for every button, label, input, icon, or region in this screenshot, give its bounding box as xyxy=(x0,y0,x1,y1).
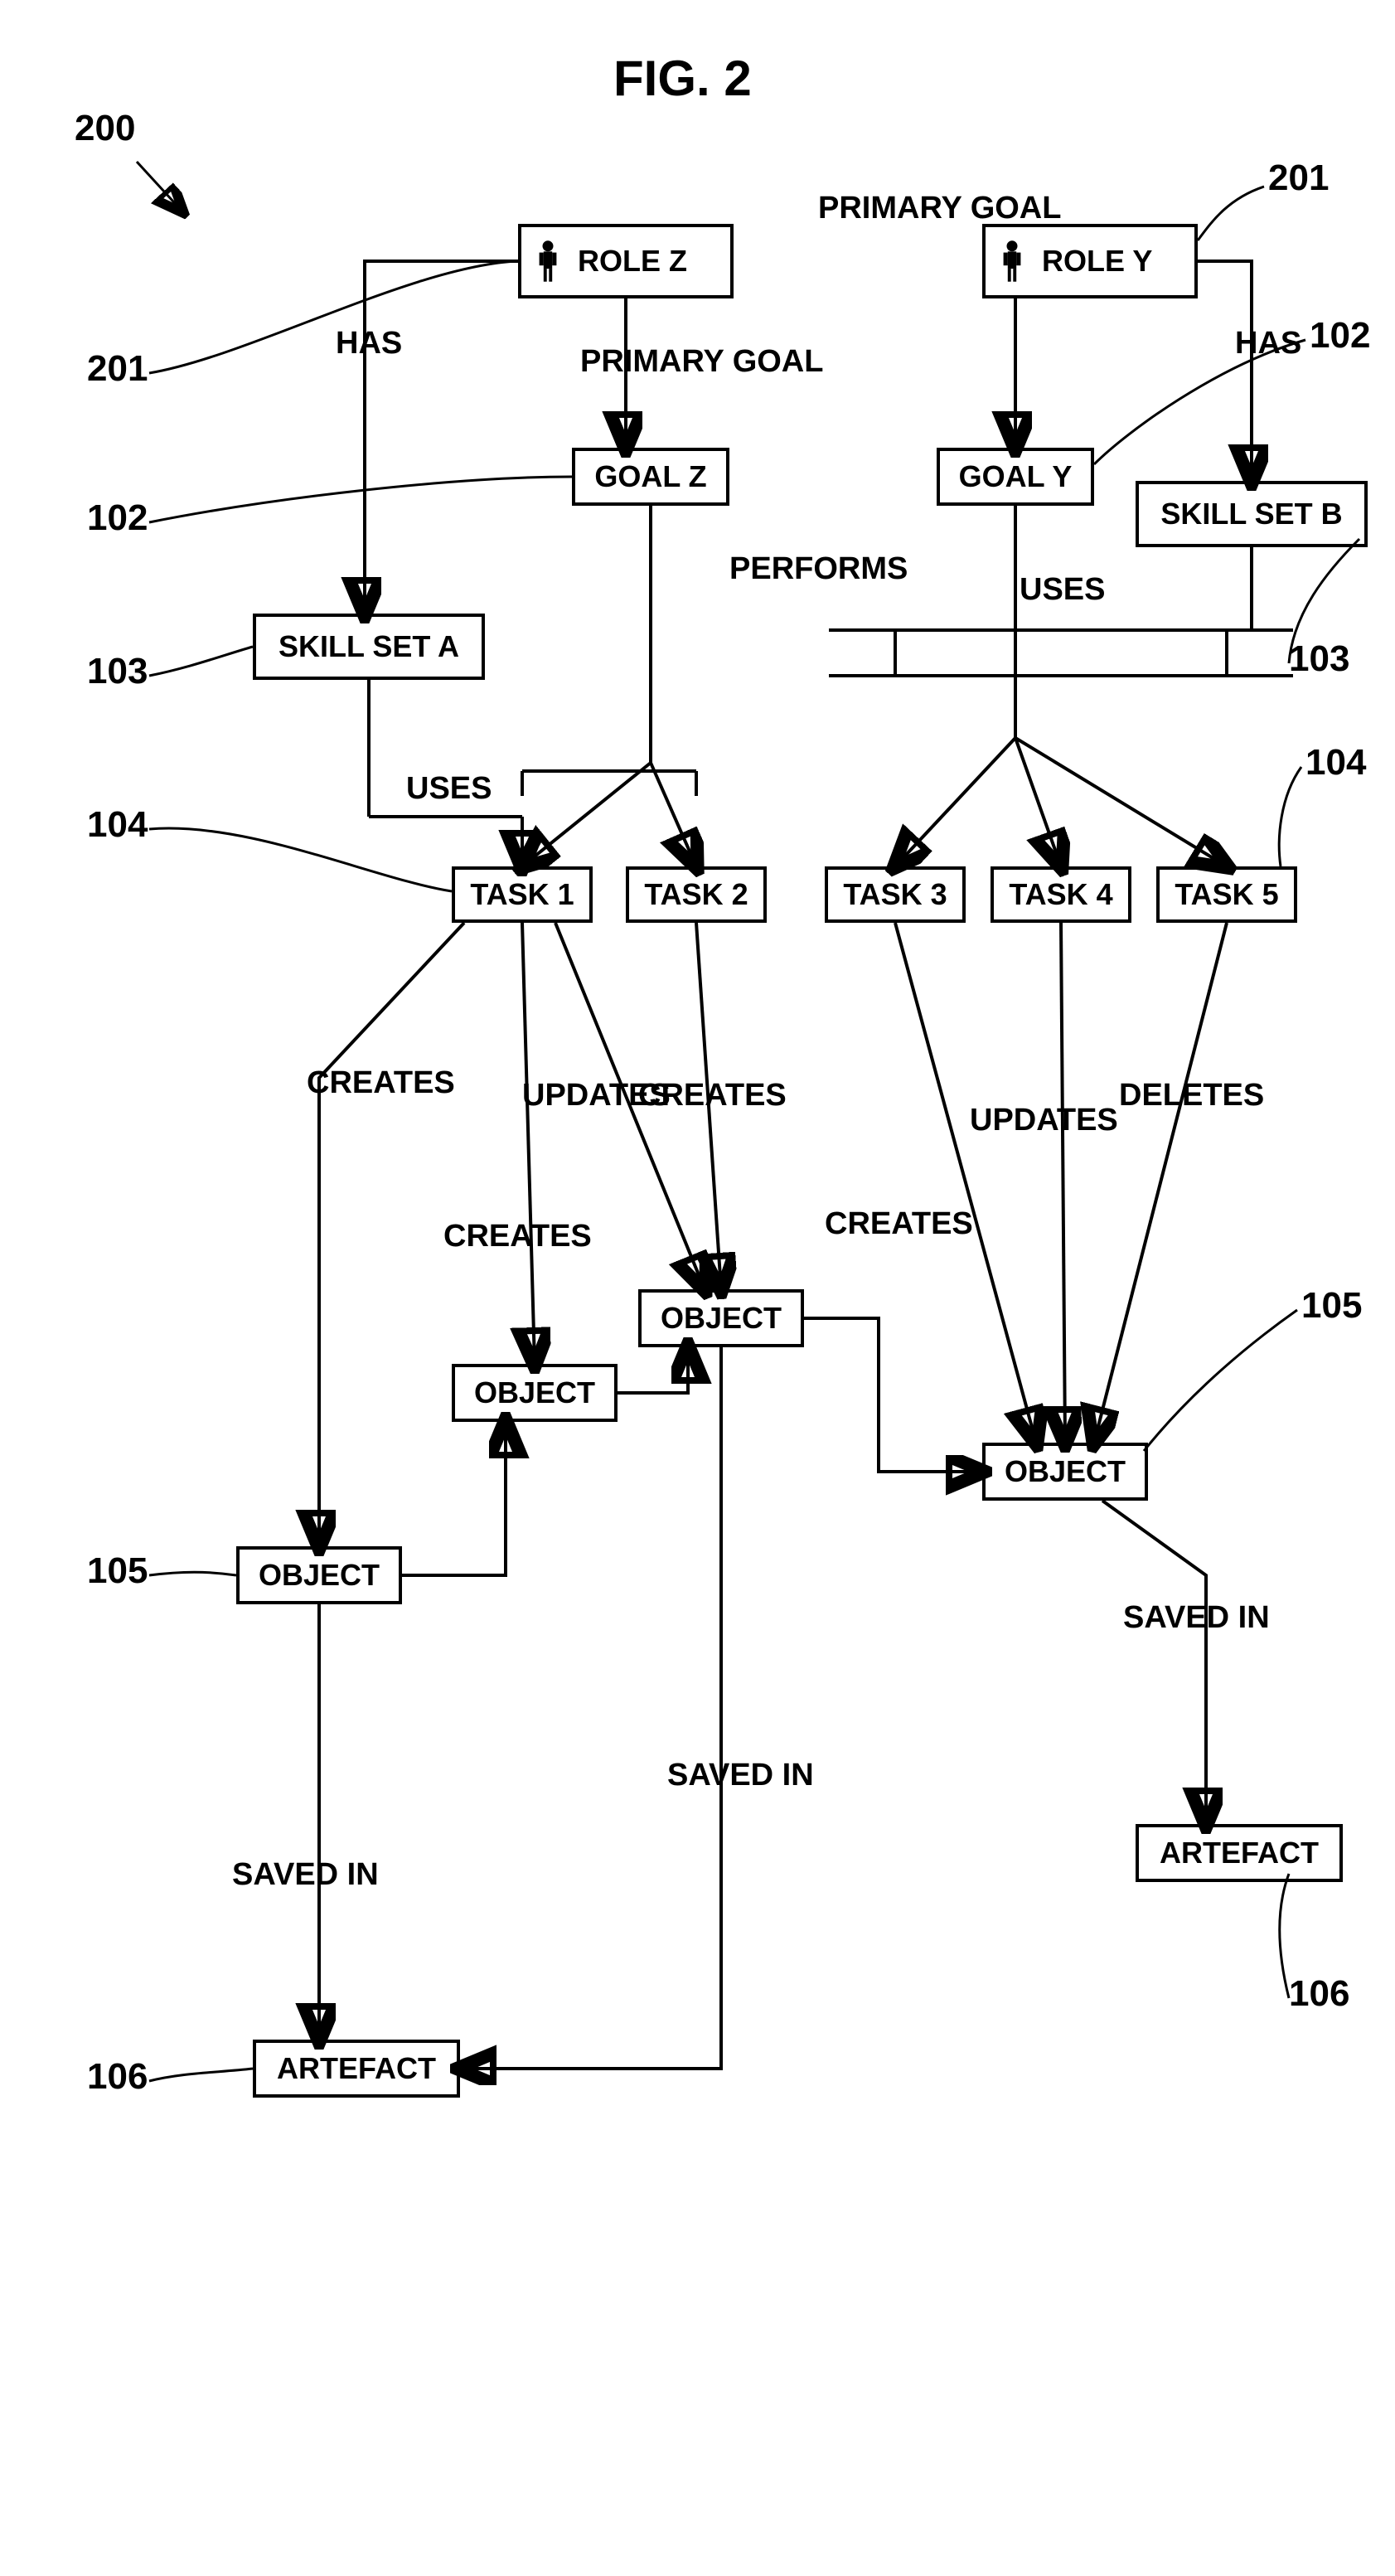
skillset-a-box: SKILL SET A xyxy=(253,614,485,680)
object-3-box: OBJECT xyxy=(638,1289,804,1347)
ref-105-right: 105 xyxy=(1301,1285,1362,1327)
edge-saved-in-3: SAVED IN xyxy=(1123,1600,1270,1636)
ref-201-left: 201 xyxy=(87,348,148,390)
ref-201-right: 201 xyxy=(1268,158,1329,199)
edge-saved-in-2: SAVED IN xyxy=(667,1758,814,1793)
edge-creates-2: CREATES xyxy=(443,1219,592,1254)
ref-103-left: 103 xyxy=(87,651,148,692)
edge-uses-b: USES xyxy=(1020,572,1105,608)
edge-has-z: HAS xyxy=(336,326,402,361)
task-3-box: TASK 3 xyxy=(825,866,966,923)
ref-104-right: 104 xyxy=(1305,742,1366,783)
edge-creates-4: CREATES xyxy=(825,1206,973,1242)
task-1-box: TASK 1 xyxy=(452,866,593,923)
role-z-label: ROLE Z xyxy=(578,244,687,279)
goal-z-box: GOAL Z xyxy=(572,448,729,506)
ref-200: 200 xyxy=(75,108,135,149)
edge-primary-goal-z: PRIMARY GOAL xyxy=(580,344,823,380)
object-1-box: OBJECT xyxy=(236,1546,402,1604)
figure-title: FIG. 2 xyxy=(613,50,752,107)
skillset-b-box: SKILL SET B xyxy=(1136,481,1368,547)
goal-y-box: GOAL Y xyxy=(937,448,1094,506)
task-2-box: TASK 2 xyxy=(626,866,767,923)
edge-creates-1: CREATES xyxy=(307,1065,455,1101)
edge-primary-goal-y: PRIMARY GOAL xyxy=(818,191,1061,226)
ref-103-right: 103 xyxy=(1289,638,1349,680)
task-5-box: TASK 5 xyxy=(1156,866,1297,923)
ref-104-left: 104 xyxy=(87,804,148,846)
artefact-1-box: ARTEFACT xyxy=(253,2040,460,2098)
object-2-box: OBJECT xyxy=(452,1364,618,1422)
edge-performs: PERFORMS xyxy=(729,551,908,587)
artefact-2-box: ARTEFACT xyxy=(1136,1824,1343,1882)
ref-102-left: 102 xyxy=(87,497,148,539)
ref-105-left: 105 xyxy=(87,1550,148,1592)
person-icon xyxy=(1000,240,1024,283)
diagram-page: FIG. 2 200 ROLE Z ROLE Y GOAL Z GOAL Y S… xyxy=(0,0,1395,2576)
edge-updates-1: UPDATES xyxy=(522,1078,671,1113)
role-y-label: ROLE Y xyxy=(1042,244,1152,279)
ref-102-right: 102 xyxy=(1310,315,1370,357)
edge-saved-in-1: SAVED IN xyxy=(232,1857,379,1893)
edge-has-y: HAS xyxy=(1235,326,1301,361)
edge-updates-2: UPDATES xyxy=(970,1103,1118,1138)
edge-uses-a: USES xyxy=(406,771,492,807)
ref-106-left: 106 xyxy=(87,2056,148,2098)
role-z-box: ROLE Z xyxy=(518,224,734,298)
ref-106-right: 106 xyxy=(1289,1973,1349,2015)
object-4-box: OBJECT xyxy=(982,1443,1148,1501)
person-icon xyxy=(536,240,559,283)
connectors-overlay xyxy=(0,0,1395,2576)
role-y-box: ROLE Y xyxy=(982,224,1198,298)
task-4-box: TASK 4 xyxy=(991,866,1131,923)
edge-deletes: DELETES xyxy=(1119,1078,1264,1113)
